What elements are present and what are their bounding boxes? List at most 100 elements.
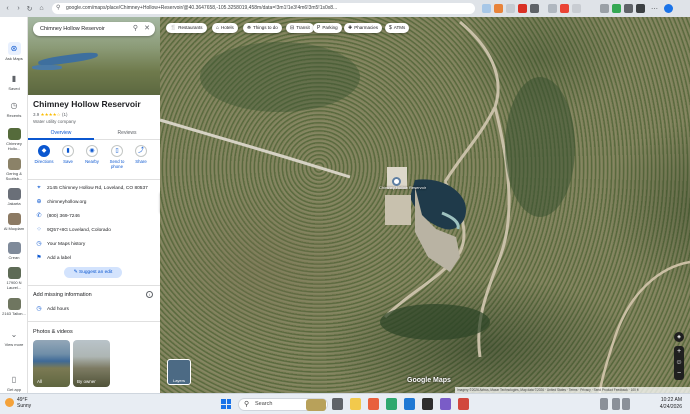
downloads-icon[interactable] [624,4,633,13]
chip-restaurants[interactable]: 🍴 Restaurants [166,23,207,33]
layers-button[interactable]: Layers [167,359,191,385]
chip-things-to-do[interactable]: ⛯ Things to do [243,23,282,33]
maps-history-row[interactable]: ◷ Your Maps history [33,239,157,249]
website-row[interactable]: ⊕ chimneyhollow.org [33,197,157,207]
forward-icon[interactable]: › [14,4,23,13]
rail-recents[interactable]: ◷ Recents [2,99,26,118]
weather-widget[interactable]: 49°F Sunny [5,397,31,409]
rail-label: Chimney Hollo... [6,141,22,151]
rail-recent-place[interactable]: Al Muqdam [2,213,26,231]
rail-view-more[interactable]: ⌄ View more [2,328,26,347]
tab-reviews[interactable]: Reviews [94,128,160,140]
chip-label: Hotels [221,25,234,30]
rail-recent-place[interactable]: Jakarta [2,188,26,206]
review-count[interactable]: (1) [62,112,68,117]
suggest-edit-button[interactable]: ✎ Suggest an edit [64,267,122,278]
extension-icon[interactable] [494,4,503,13]
pharmacy-icon: ✚ [348,25,353,31]
chip-transit[interactable]: ⊟ Transit [286,23,314,33]
search-highlight-icon[interactable] [306,399,326,411]
phone-row[interactable]: ✆ (800) 369-7246 [33,211,157,221]
add-hours-row[interactable]: ◷ Add hours [33,304,157,314]
account-icon[interactable] [636,4,645,13]
info-icon[interactable]: i [146,291,153,298]
photo-all[interactable]: All [33,340,70,387]
profile-icon[interactable] [560,4,569,13]
action-label: Nearby [85,159,99,164]
zoom-control: + ☺ − [674,346,684,380]
photo-by-owner[interactable]: By owner [73,340,110,387]
phone-icon: ✆ [36,213,42,219]
chevron-up-icon[interactable] [600,398,608,410]
pegman-icon[interactable]: ☺ [674,357,684,368]
compass-icon[interactable]: ◈ [674,332,684,342]
home-icon[interactable]: ⌂ [37,4,46,13]
reload-icon[interactable]: ↻ [25,4,34,13]
place-map-label[interactable]: Chimney Hollow Reservoir [379,185,426,190]
extension-icon[interactable] [612,4,621,13]
edge-copilot-icon[interactable] [664,4,673,13]
send-to-phone-button[interactable]: ▯ Send to phone [105,145,129,169]
share-button[interactable]: ⤴ Share [129,145,153,164]
rail-saved[interactable]: ▮ Saved [2,72,26,91]
search-input[interactable]: Chimney Hollow Reservoir [40,26,105,32]
terminal-icon[interactable] [422,398,433,410]
ask-maps-icon: ⊛ [7,42,21,55]
bookmark-icon[interactable] [482,4,491,13]
rail-recent-place[interactable]: Gering & Scottsb... [2,158,26,181]
back-icon[interactable]: ‹ [3,4,12,13]
share-icon: ⤴ [135,145,147,157]
zoom-out-button[interactable]: − [674,368,684,379]
google-maps-watermark: Google Maps [407,377,451,384]
sidebar-icon[interactable] [572,4,581,13]
rail-recent-place[interactable]: 17900 N Laurel... [2,267,26,290]
site-info-icon[interactable]: ⚲ [56,3,60,14]
app-icon[interactable] [458,398,469,410]
brave-browser-icon[interactable] [368,398,379,410]
address-bar[interactable]: ⚲ google.com/maps/place/Chimney+Hollow+R… [52,3,475,14]
plus-code-row[interactable]: ⁘ 9Q57+8G Loveland, Colorado [33,225,157,235]
edge-browser-icon[interactable] [386,398,397,410]
photo-label: By owner [77,379,96,384]
chip-atms[interactable]: $ ATMs [385,23,410,33]
rating-row[interactable]: 3.9 ★★★★☆ (1) [33,112,67,118]
extension-icon[interactable] [530,4,539,13]
rail-get-app[interactable]: ▯ Get app [2,373,26,392]
extension-icon[interactable] [518,4,527,13]
file-explorer-icon[interactable] [350,398,361,410]
rail-recent-place[interactable]: Crean [2,242,26,260]
rail-recent-place[interactable]: 2163 Tallon... [2,298,26,316]
clock[interactable]: 10:22 AM 4/24/2026 [660,397,682,411]
tab-overview[interactable]: Overview [28,128,94,140]
rail-ask-maps[interactable]: ⊛ Ask Maps [2,42,26,61]
copilot-icon[interactable] [600,4,609,13]
nearby-button[interactable]: ◉ Nearby [80,145,104,164]
windows-start-icon[interactable] [221,399,231,409]
search-box[interactable]: Chimney Hollow Reservoir ⚲ ✕ [33,22,155,36]
chip-pharmacies[interactable]: ✚ Pharmacies [344,23,382,33]
search-icon[interactable]: ⚲ [133,22,138,36]
directions-icon: ◆ [38,145,50,157]
close-icon[interactable]: ✕ [144,22,150,36]
rail-label: Jakarta [7,201,21,206]
chip-parking[interactable]: P Parking [313,23,342,33]
chip-hotels[interactable]: ⌂ Hotels [212,23,238,33]
speaker-icon[interactable] [622,398,630,410]
task-view-icon[interactable] [332,398,343,410]
directions-button[interactable]: ◆ Directions [32,145,56,164]
place-title: Chimney Hollow Reservoir [33,99,141,109]
extensions-puzzle-icon[interactable] [548,4,557,13]
place-type[interactable]: Water utility company [33,119,76,124]
more-menu-icon[interactable]: ⋯ [650,4,659,13]
website-text: chimneyhollow.org [47,200,87,205]
app-icon[interactable] [440,398,451,410]
satellite-map[interactable]: Chimney Hollow Reservoir 🍴 Restaurants ⌂ H… [160,17,690,393]
rail-recent-place[interactable]: Chimney Hollo... [2,128,26,151]
extension-icon[interactable] [506,4,515,13]
address-row[interactable]: ⌖ 2145 Chimney Hollow Rd, Loveland, CO 80… [33,183,157,193]
vscode-icon[interactable] [404,398,415,410]
add-label-row[interactable]: ⚑ Add a label [33,253,157,263]
wifi-icon[interactable] [612,398,620,410]
save-button[interactable]: ▮ Save [56,145,80,164]
zoom-in-button[interactable]: + [674,346,684,357]
